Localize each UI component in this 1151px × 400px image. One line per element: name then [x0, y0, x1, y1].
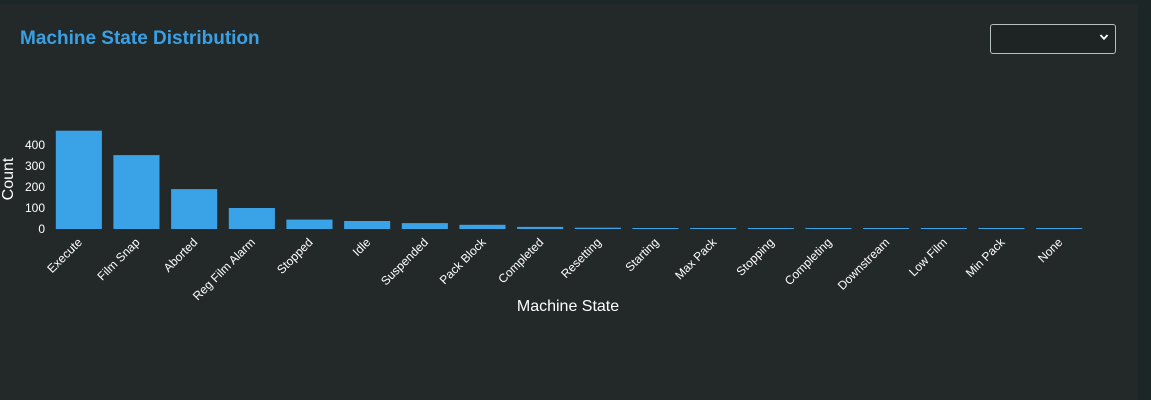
bar-stopping[interactable]: [747, 228, 794, 229]
x-tick-label: Min Pack: [963, 235, 1009, 281]
bar-pack-block[interactable]: [459, 224, 506, 229]
bar-reg-film-alarm[interactable]: [228, 208, 275, 229]
x-tick-label: Completed: [495, 235, 546, 286]
x-tick-label: Resetting: [558, 235, 604, 281]
bar-resetting[interactable]: [574, 227, 621, 229]
bars-group: [55, 130, 1083, 229]
scrollbar-track[interactable]: [1138, 0, 1151, 400]
x-tick-label: Pack Block: [437, 235, 490, 288]
x-tick-label: Suspended: [378, 235, 431, 288]
y-tick-label: 100: [25, 201, 45, 215]
bar-aborted[interactable]: [171, 189, 218, 229]
filter-select[interactable]: [990, 24, 1116, 54]
x-tick-label: Max Pack: [672, 235, 720, 283]
bar-completing[interactable]: [805, 228, 852, 229]
y-tick-label: 400: [25, 138, 45, 152]
x-tick-label: Execute: [44, 235, 85, 276]
y-tick-label: 300: [25, 159, 45, 173]
bar-starting[interactable]: [632, 228, 679, 229]
y-axis-title: Count: [0, 157, 17, 200]
chart-panel: 0 100 200 300 400 Execute Film Snap Aborted Reg…: [0, 4, 1138, 400]
x-tick-label: Starting: [622, 235, 661, 274]
bar-film-snap[interactable]: [113, 155, 160, 229]
bar-chart: 0 100 200 300 400 Execute Film Snap AbortedReg…: [0, 130, 1083, 315]
page-title: Machine State Distribution: [20, 28, 260, 49]
bar-idle[interactable]: [344, 221, 391, 229]
bar-downstream[interactable]: [863, 228, 910, 229]
bar-suspended[interactable]: [401, 223, 448, 229]
x-axis-title: Machine State: [517, 298, 619, 315]
x-tick-label: Reg Film Alarm: [190, 235, 258, 303]
x-tick-label: Downstream: [835, 235, 893, 293]
bar-none[interactable]: [1036, 228, 1083, 229]
y-tick-label: 0: [38, 222, 45, 236]
bar-execute[interactable]: [55, 130, 102, 229]
x-tick-label: Aborted: [161, 235, 201, 275]
bar-max-pack[interactable]: [690, 228, 737, 229]
bar-low-film[interactable]: [920, 228, 967, 229]
x-tick-label: Film Snap: [95, 235, 143, 283]
x-tick-label: Idle: [350, 235, 374, 259]
x-tick-label: None: [1035, 235, 1065, 265]
x-tick-label: Stopped: [274, 235, 316, 277]
y-tick-label: 200: [25, 180, 45, 194]
bar-min-pack[interactable]: [978, 228, 1025, 229]
chevron-down-icon: [1099, 34, 1109, 41]
x-tick-label: Completing: [782, 235, 835, 288]
bar-completed[interactable]: [517, 226, 564, 229]
bar-stopped[interactable]: [286, 219, 333, 229]
y-axis-ticks: 0 100 200 300 400: [25, 138, 45, 236]
x-axis-ticks: Execute Film Snap AbortedReg Film Alarm Sto…: [44, 235, 1065, 304]
x-tick-label: Low Film: [906, 235, 950, 279]
x-tick-label: Stopping: [734, 235, 777, 278]
